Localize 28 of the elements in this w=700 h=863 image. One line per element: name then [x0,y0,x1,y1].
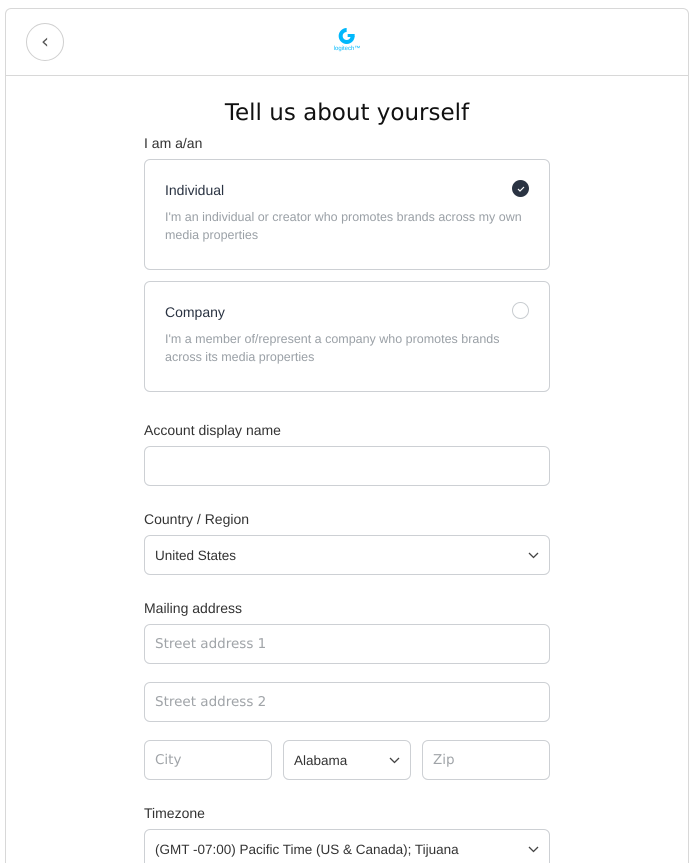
option-title: Individual [165,182,224,198]
input-field[interactable] [144,446,550,486]
radio-button[interactable] [512,180,529,197]
select-field[interactable]: (GMT -07:00) Pacific Time (US & Canada); Tijuana [144,829,550,863]
field-label: Country / Region [144,511,250,527]
field-label: Timezone [144,805,206,821]
select-field[interactable]: Alabama [283,740,411,780]
option-card[interactable]: Individual I'm an individual or creator who promotes brands across my own media properties [144,159,550,270]
input-field[interactable]: Zip [422,740,550,780]
option-title: Company [165,304,225,320]
logo-icon [337,27,357,45]
chevron-down-icon [389,756,400,764]
chevron-down-icon [528,552,539,558]
field-label: Mailing address [144,600,244,616]
input-field[interactable]: Street address 2 [144,682,550,722]
page-title: Tell us about yourself [224,100,470,126]
input-field[interactable]: City [144,740,272,780]
field-label: Account display name [144,422,282,438]
option-card[interactable]: Company I'm a member of/represent a company who promotes brands across its media properties [144,281,550,392]
option-description: I'm an individual or creator who promotes brands across my own media properties [165,209,523,244]
back-button[interactable]: ‹ [26,23,64,61]
input-field[interactable]: Street address 1 [144,624,550,664]
check-icon [516,186,524,192]
chevron-down-icon [528,846,539,852]
field-label: I am a/an [144,135,204,151]
select-field[interactable]: United States [144,535,550,575]
option-description: I'm a member of/represent a company who promotes brands across its media properties [165,331,500,366]
radio-button[interactable] [512,302,529,319]
